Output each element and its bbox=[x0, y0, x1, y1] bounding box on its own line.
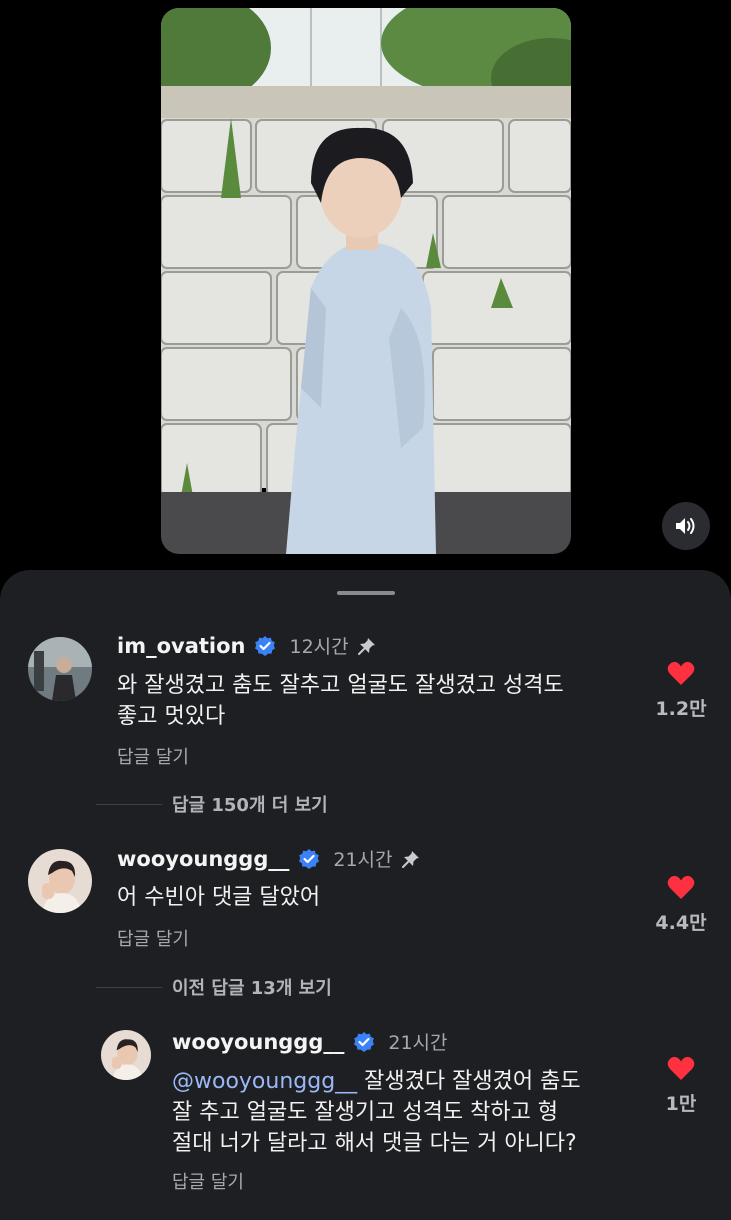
video-frame-illustration bbox=[161, 8, 571, 554]
heart-icon[interactable] bbox=[667, 1055, 695, 1081]
avatar-image bbox=[101, 1030, 151, 1080]
reply-button[interactable]: 답글 달기 bbox=[117, 925, 189, 951]
verified-badge-icon bbox=[353, 1031, 375, 1053]
reply-time: 21시간 bbox=[388, 1032, 448, 1054]
pin-icon bbox=[401, 849, 421, 869]
avatar[interactable] bbox=[28, 849, 92, 913]
speaker-icon bbox=[676, 518, 695, 534]
verified-badge-icon bbox=[298, 848, 320, 870]
view-previous-replies[interactable]: 이전 답글 13개 보기 bbox=[96, 974, 332, 1000]
like-section: 1.2만 bbox=[646, 660, 716, 721]
video-area bbox=[0, 0, 731, 570]
divider-line bbox=[96, 803, 162, 805]
comments-sheet: im_ovation 12시간 와 잘생겼고 춤도 잘추고 얼굴도 잘생겼고 성… bbox=[0, 570, 731, 1220]
heart-icon[interactable] bbox=[667, 874, 695, 900]
mention-link[interactable]: @wooyounggg__ bbox=[172, 1069, 357, 1094]
view-previous-replies-label: 이전 답글 13개 보기 bbox=[172, 978, 332, 999]
like-count: 1만 bbox=[665, 1093, 697, 1115]
username[interactable]: wooyounggg__ bbox=[117, 847, 289, 871]
like-section: 4.4만 bbox=[646, 874, 716, 935]
pin-icon bbox=[357, 636, 377, 656]
view-more-replies-label: 답글 150개 더 보기 bbox=[172, 795, 328, 816]
video-player[interactable] bbox=[161, 8, 571, 554]
like-count: 4.4만 bbox=[655, 912, 707, 934]
like-count: 1.2만 bbox=[655, 698, 707, 720]
heart-icon[interactable] bbox=[667, 660, 695, 686]
reply-text: @wooyounggg__ 잘생겼다 잘생겼어 춤도 잘 추고 얼굴도 잘생기고… bbox=[172, 1066, 642, 1159]
divider-line bbox=[96, 986, 162, 988]
reply-header: wooyounggg__ 21시간 bbox=[172, 1028, 448, 1055]
avatar[interactable] bbox=[28, 637, 92, 701]
drag-handle[interactable] bbox=[337, 591, 395, 595]
username[interactable]: wooyounggg__ bbox=[172, 1030, 344, 1054]
comment-header: im_ovation 12시간 bbox=[117, 632, 377, 659]
reply-button[interactable]: 답글 달기 bbox=[117, 743, 189, 769]
verified-badge-icon bbox=[254, 635, 276, 657]
avatar-image bbox=[28, 849, 92, 913]
reply-button[interactable]: 답글 달기 bbox=[172, 1168, 244, 1194]
view-more-replies[interactable]: 답글 150개 더 보기 bbox=[96, 791, 328, 817]
avatar-image bbox=[28, 637, 92, 701]
comment-text: 와 잘생겼고 춤도 잘추고 얼굴도 잘생겼고 성격도 좋고 멋있다 bbox=[117, 673, 564, 729]
comment-text: 어 수빈아 댓글 달았어 bbox=[117, 885, 321, 910]
comment-header: wooyounggg__ 21시간 bbox=[117, 845, 421, 872]
mute-toggle-button[interactable] bbox=[662, 502, 710, 550]
like-section: 1만 bbox=[646, 1055, 716, 1116]
comment-time: 12시간 bbox=[289, 636, 349, 658]
avatar[interactable] bbox=[101, 1030, 151, 1080]
username[interactable]: im_ovation bbox=[117, 634, 245, 658]
comment-time: 21시간 bbox=[333, 849, 393, 871]
